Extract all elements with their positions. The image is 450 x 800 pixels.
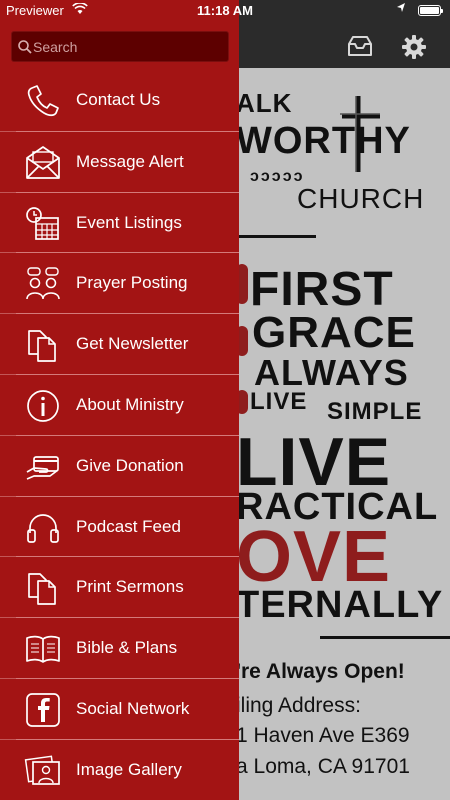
cross-icon [340,96,380,172]
menu-item-bible-plans[interactable]: Bible & Plans [0,617,239,678]
battery-icon [418,5,443,16]
hand-card-icon [24,448,62,486]
menu-item-about-ministry[interactable]: About Ministry [0,373,239,435]
search-box[interactable] [11,31,229,62]
menu-item-label: Message Alert [76,151,184,171]
inbox-icon[interactable] [346,34,374,58]
word-eternally: TERNALLY [236,584,444,626]
divider [236,235,316,238]
clock: 11:18 AM [197,3,253,18]
menu-item-label: Podcast Feed [76,516,181,536]
menu-item-label: Get Newsletter [76,334,189,354]
word-simple: SIMPLE [327,398,423,425]
menu-item-label: Bible & Plans [76,638,178,658]
menu-item-image-gallery[interactable]: Image Gallery [0,738,239,800]
menu-item-social-network[interactable]: Social Network [0,677,239,739]
open-hours-text: 're Always Open! [236,660,405,683]
menu-item-label: Event Listings [76,212,182,232]
menu-item-event-listings[interactable]: Event Listings [0,191,239,253]
logo-line-3: CHURCH [297,183,425,214]
word-live-small: LIVE [250,388,308,415]
menu-item-message-alert[interactable]: Message Alert [0,130,239,192]
menu-item-print-sermons[interactable]: Print Sermons [0,556,239,617]
calendar-clock-icon [24,205,62,243]
word-grace: GRACE [252,308,416,357]
menu-item-label: About Ministry [76,394,184,414]
facebook-icon [24,691,62,729]
menu-item-label: Image Gallery [76,759,182,779]
drawer-menu: Contact Us Message Alert Event Listings … [0,70,239,800]
documents-icon [24,326,62,364]
menu-item-get-newsletter[interactable]: Get Newsletter [0,313,239,374]
menu-item-label: Print Sermons [76,577,184,597]
phone-icon [24,82,62,120]
menu-item-prayer-posting[interactable]: Prayer Posting [0,252,239,313]
location-icon [396,2,406,14]
menu-item-label: Give Donation [76,455,184,475]
envelope-icon [24,144,62,182]
headphones-icon [24,509,62,547]
search-input[interactable] [33,32,223,61]
people-chat-icon [24,265,62,303]
menu-item-podcast-feed[interactable]: Podcast Feed [0,495,239,557]
logo-line-1: ALK [236,88,293,118]
address-label: iling Address: [236,694,361,717]
documents-icon [24,569,62,607]
menu-item-give-donation[interactable]: Give Donation [0,434,239,496]
open-book-icon [24,630,62,668]
gear-icon[interactable] [401,34,429,59]
menu-item-label: Contact Us [76,90,161,109]
address-line-2: a Loma, CA 91701 [236,755,410,778]
address-line-1: 1 Haven Ave E369 [236,724,410,747]
photos-icon [24,752,62,790]
menu-item-contact-us[interactable]: Contact Us [0,70,239,131]
side-drawer: Contact Us Message Alert Event Listings … [0,0,239,800]
menu-item-label: Social Network [76,698,190,718]
status-bar: Previewer 11:18 AM [0,0,450,22]
menu-item-label: Prayer Posting [76,273,188,293]
divider [320,636,450,639]
info-icon [24,387,62,425]
search-icon [17,39,33,55]
